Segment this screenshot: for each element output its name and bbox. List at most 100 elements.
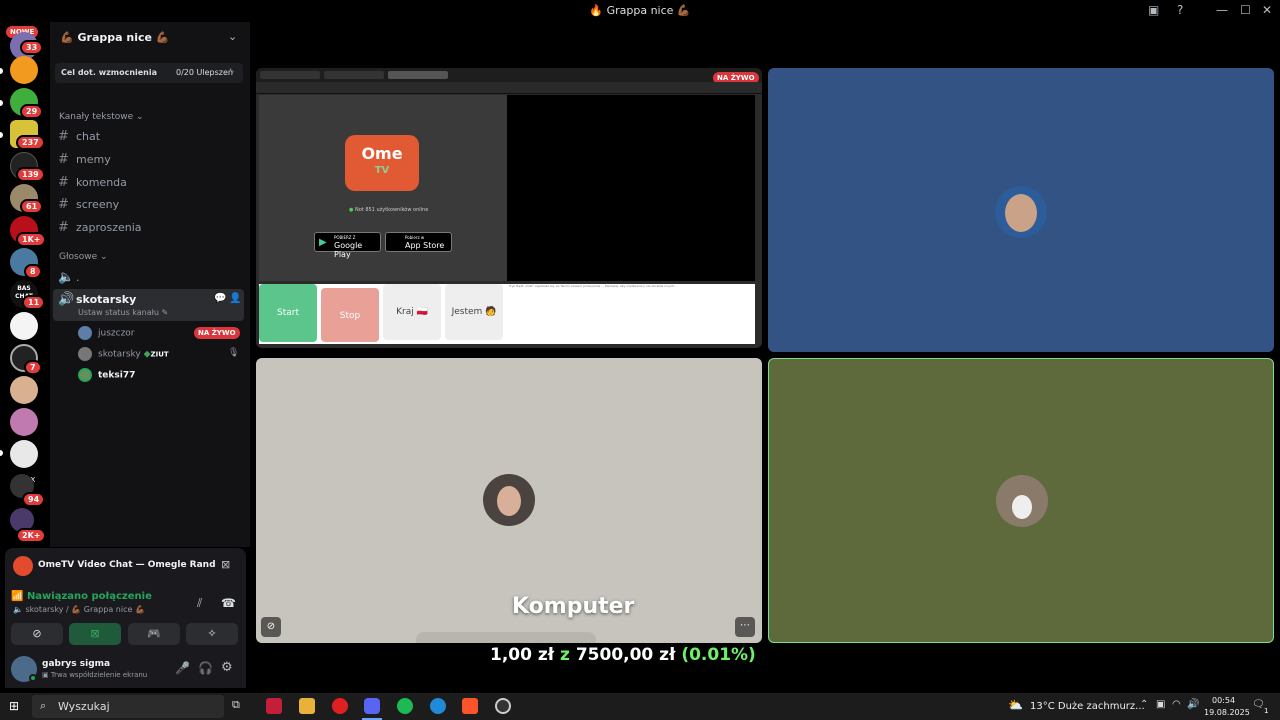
close-button[interactable]: ✕ (1262, 3, 1272, 17)
file-explorer-icon[interactable] (299, 698, 315, 714)
mention-badge: 139 (16, 167, 45, 182)
hash-icon: # (58, 175, 69, 190)
boost-goal-bar[interactable]: Cel dot. wzmocnienia 0/20 Ulepszeń › (55, 63, 243, 83)
avatar (78, 368, 92, 382)
speaker-icon: 🔊 (58, 292, 75, 307)
wifi-icon[interactable]: ◠ (1172, 699, 1181, 710)
text-category[interactable]: Kanały tekstowe ⌄ (59, 112, 144, 122)
stream-tile[interactable]: NA ŻYWO Ome TV ● Not 851 użytkowników on… (256, 68, 762, 348)
camera-off-button[interactable]: ⊘ (11, 623, 63, 645)
country-button[interactable]: Kraj 🇵🇱 (383, 284, 441, 340)
member-teksi77[interactable]: teksi77 (78, 368, 135, 382)
channel-screeny[interactable]: # screeny (58, 197, 119, 212)
activity-app-icon (13, 556, 33, 576)
tray-chevron-icon[interactable]: ⌃ (1140, 699, 1148, 710)
live-badge: NA ŻYWO (194, 327, 240, 339)
disconnect-icon[interactable]: ☎ (221, 596, 236, 610)
taskbar-search[interactable]: ⌕ Wyszukaj (32, 695, 224, 718)
notification-count: 1 (1264, 707, 1269, 715)
voice-location[interactable]: 🔈 skotarsky / 💪🏾 Grappa nice 💪🏾 (13, 605, 145, 614)
user-panel: gabrys sigma ▣ Trwa współdzielenie ekran… (5, 650, 246, 688)
weather-text[interactable]: 13°C Duże zachmurz... (1030, 701, 1145, 712)
notification-icon[interactable]: 🗨 (1252, 699, 1265, 710)
minimize-button[interactable]: — (1216, 3, 1228, 17)
member-skotarsky[interactable]: skotarsky ◆ZIUT (78, 347, 169, 361)
title-bar: 🔥 Grappa nice 💪🏾 ▣ ? — ☐ ✕ (0, 0, 1280, 22)
obs-icon[interactable] (495, 698, 511, 714)
brave-icon[interactable] (462, 698, 478, 714)
server-name[interactable]: 💪🏾 Grappa nice 💪🏾 (60, 31, 170, 44)
clock-time[interactable]: 00:54 (1212, 696, 1235, 705)
volume-icon[interactable]: 🔊 (1187, 699, 1199, 710)
server-icon-pink[interactable] (10, 408, 38, 436)
server-icon-white[interactable] (10, 312, 38, 340)
channel-status-setter[interactable]: Ustaw status kanału ✎ (78, 308, 168, 317)
channel-chat[interactable]: # chat (58, 129, 100, 144)
settings-gear-icon[interactable]: ⚙ (221, 660, 233, 675)
chevron-down-icon[interactable]: ⌄ (228, 30, 237, 43)
avatar (78, 326, 92, 340)
spotify-icon[interactable] (397, 698, 413, 714)
avatar (483, 474, 535, 526)
maximize-button[interactable]: ☐ (1240, 3, 1251, 17)
inbox-icon[interactable]: ▣ (1148, 3, 1159, 17)
tray-display-icon[interactable]: ▣ (1156, 699, 1165, 710)
participant-tile[interactable]: Komputer ⊘ ⋯ (256, 358, 762, 643)
opera-icon[interactable] (332, 698, 348, 714)
browser-tab (260, 71, 320, 79)
username: gabrys sigma (42, 659, 111, 669)
microphone-icon[interactable]: 🎤 (175, 661, 190, 675)
member-juszczor[interactable]: juszczor (78, 326, 135, 340)
help-icon[interactable]: ? (1177, 3, 1183, 17)
stop-screen-share-button[interactable]: ⊠ (69, 623, 121, 645)
task-view-icon[interactable]: ⧉ (232, 698, 248, 714)
mention-badge: 8 (24, 264, 42, 279)
channel-sidebar (50, 22, 250, 547)
discord-icon[interactable] (364, 698, 380, 714)
mention-badge: 29 (20, 104, 44, 119)
unread-pill (0, 450, 3, 456)
channel-komenda[interactable]: # komenda (58, 175, 127, 190)
participant-tile[interactable] (768, 68, 1274, 352)
channel-zaproszenia[interactable]: # zaproszenia (58, 220, 142, 235)
ometv-logo: Ome TV (345, 135, 419, 191)
participant-name: Komputer (512, 594, 635, 619)
participant-tile[interactable] (768, 358, 1274, 643)
clock-date[interactable]: 19.08.2025 (1204, 708, 1250, 717)
server-icon-sketch[interactable] (10, 440, 38, 468)
server-icon-orange[interactable] (10, 56, 38, 84)
ome-video-pane: Ome TV ● Not 851 użytkowników online POB… (259, 95, 507, 281)
voice-category[interactable]: Głosowe ⌄ (59, 252, 108, 262)
search-icon: ⌕ (40, 699, 47, 712)
more-options-icon[interactable]: ⋯ (735, 617, 755, 637)
noise-suppression-icon[interactable]: ⫽ (197, 596, 202, 611)
gender-button[interactable]: Jestem 🧑 (445, 284, 503, 340)
channel-memy[interactable]: # memy (58, 152, 111, 167)
avatar (995, 186, 1047, 238)
edge-icon[interactable] (430, 698, 446, 714)
mention-badge: 11 (22, 295, 46, 310)
pop-out-icon[interactable]: ⊠ (221, 558, 230, 571)
server-icon-anime[interactable] (10, 376, 38, 404)
server-rail: NOWE 33 29 237 139 61 1K+ 8 BAS CHAT 11 … (0, 22, 50, 547)
avatar-face (1005, 194, 1037, 232)
stop-button[interactable]: Stop (321, 288, 379, 342)
activity-button[interactable]: 🎮 (128, 623, 180, 645)
windows-start-icon[interactable]: ⊞ (9, 699, 23, 713)
start-button[interactable]: Start (259, 284, 317, 342)
headphones-icon[interactable]: 🎧 (198, 661, 213, 675)
soundboard-button[interactable]: ✧ (186, 623, 238, 645)
chat-bubble-icon[interactable]: 💬 (214, 293, 226, 304)
voice-channel-skotarsky[interactable]: 🔊 skotarsky (58, 292, 136, 307)
connection-status: 📶 Nawiązano połączenie (11, 591, 152, 602)
voice-channel-dot[interactable]: 🔈. (58, 270, 80, 285)
add-user-icon[interactable]: 👤 (229, 293, 241, 304)
activity-title[interactable]: OmeTV Video Chat — Omegle Random Ca... (38, 560, 216, 570)
partner-video-pane (507, 95, 755, 281)
app-store-button[interactable]: Pobierz w App Store (385, 232, 452, 252)
mention-badge: 1K+ (16, 232, 47, 247)
play-store-icon: ▶ (319, 237, 327, 248)
mcafee-icon[interactable] (266, 698, 282, 714)
google-play-button[interactable]: POBIERZ Z Google Play ▶ (314, 232, 381, 259)
avatar-figure (1012, 495, 1032, 519)
